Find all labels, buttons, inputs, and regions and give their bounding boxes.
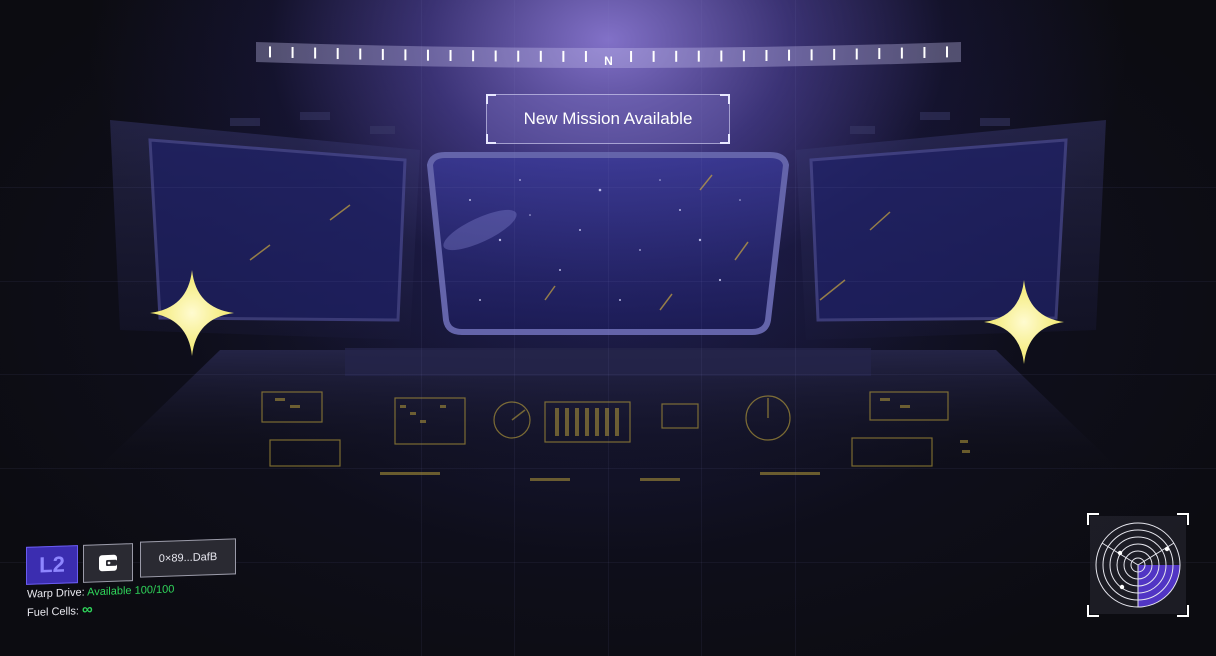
- radar-icon: [1087, 513, 1189, 617]
- sparkle-star-icon: [984, 280, 1064, 364]
- fuel-cells-value: ∞: [82, 600, 93, 619]
- radar-button[interactable]: [1087, 513, 1189, 617]
- level-label: L2: [39, 551, 65, 578]
- grid-line: [421, 0, 422, 656]
- wallet-address-button[interactable]: 0×89...DafB: [140, 538, 236, 578]
- grid-line: [0, 187, 1216, 188]
- compass-heading-letter: N: [604, 54, 613, 68]
- new-mission-button[interactable]: New Mission Available: [486, 94, 730, 144]
- fuel-cells-status: Fuel Cells: ∞: [27, 601, 93, 620]
- wallet-button[interactable]: [83, 543, 133, 583]
- sparkle-star-icon: [150, 270, 234, 356]
- level-badge: L2: [26, 545, 78, 585]
- wallet-address-label: 0×89...DafB: [158, 550, 218, 566]
- game-scene: N New Mission Available L2 0×89...DafB W…: [0, 0, 1216, 656]
- fuel-cells-label: Fuel Cells:: [27, 605, 79, 620]
- warp-drive-status: Warp Drive: Available 100/100: [27, 583, 174, 600]
- corner-bracket: [720, 134, 730, 144]
- corner-bracket: [720, 94, 730, 104]
- grid-line: [0, 374, 1216, 375]
- warp-drive-value: Available 100/100: [87, 583, 175, 599]
- wallet-icon: [99, 554, 117, 572]
- new-mission-label: New Mission Available: [523, 109, 693, 128]
- player-status-hud: L2 0×89...DafB Warp Drive: Available 100…: [26, 538, 256, 628]
- compass-ruler: N: [256, 42, 961, 68]
- grid-line: [0, 468, 1216, 469]
- grid-line: [795, 0, 796, 656]
- warp-drive-label: Warp Drive:: [27, 586, 85, 601]
- corner-bracket: [486, 134, 496, 144]
- compass-heading-strip: N: [256, 38, 961, 72]
- corner-bracket: [486, 94, 496, 104]
